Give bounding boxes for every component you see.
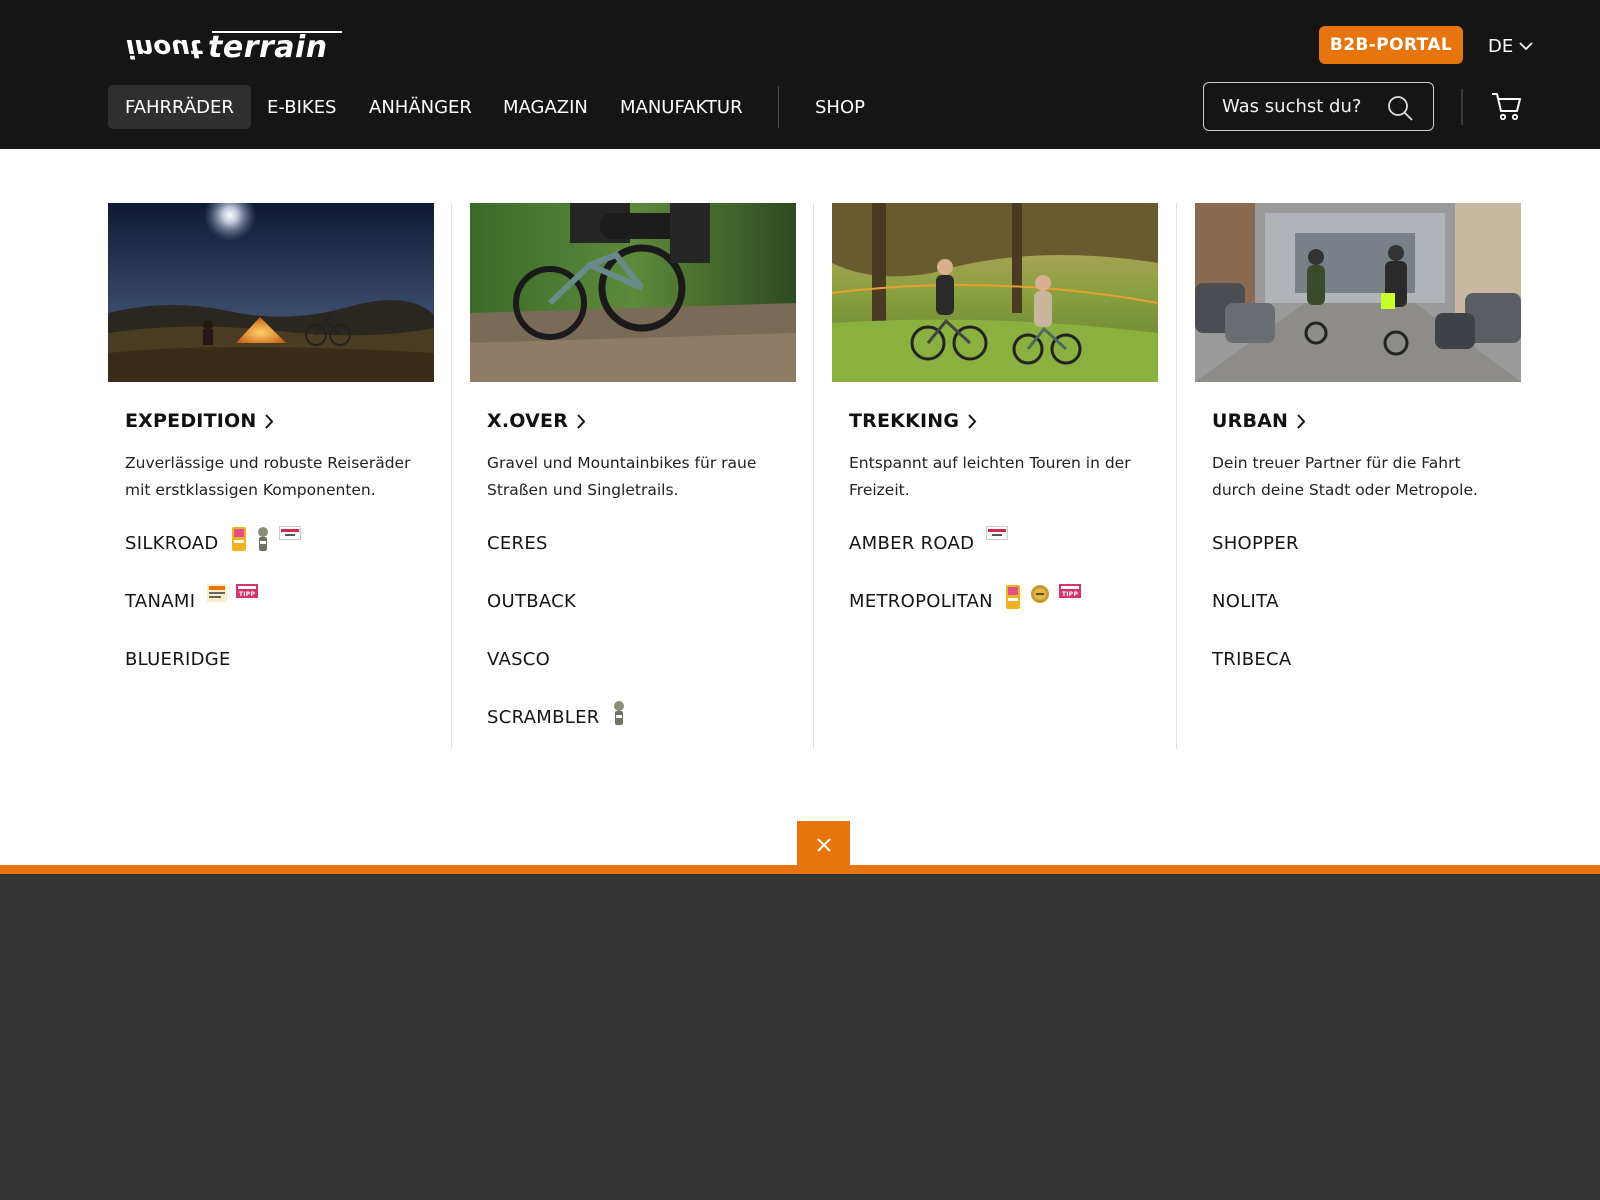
- chevron-right-icon: [1297, 413, 1306, 429]
- urban-image[interactable]: [1195, 203, 1521, 382]
- model-label: SILKROAD: [125, 533, 219, 554]
- model-link-outback[interactable]: OUTBACK: [487, 590, 796, 648]
- search-icon[interactable]: [1387, 95, 1413, 121]
- model-label: SHOPPER: [1212, 533, 1299, 554]
- site-header: inout terrain B2B-PORTAL DE FAHRRÄDER E-…: [0, 0, 1600, 149]
- trekking-image[interactable]: [832, 203, 1158, 382]
- nav-item-manufaktur[interactable]: MANUFAKTUR: [603, 85, 760, 129]
- model-label: CERES: [487, 533, 548, 554]
- award-trophy-icon: [257, 527, 268, 551]
- category-title-trekking[interactable]: TREKKING: [849, 410, 1158, 432]
- category-title-expedition[interactable]: EXPEDITION: [125, 410, 434, 432]
- page-background: [0, 874, 1600, 1200]
- close-menu-button[interactable]: [797, 821, 850, 869]
- model-label: NOLITA: [1212, 591, 1279, 612]
- search-box[interactable]: [1203, 82, 1434, 131]
- nav-item-e-bikes[interactable]: E-BIKES: [250, 85, 354, 129]
- language-label: DE: [1488, 35, 1514, 57]
- model-label: METROPOLITAN: [849, 591, 993, 612]
- mega-menu: EXPEDITION Zuverlässige und robuste Reis…: [0, 149, 1600, 865]
- award-badge-icon: [231, 527, 246, 551]
- language-selector[interactable]: DE: [1488, 33, 1533, 59]
- category-column-xover: X.OVER Gravel und Mountainbikes für raue…: [470, 203, 796, 764]
- model-link-metropolitan[interactable]: METROPOLITAN TIPP: [849, 584, 1158, 648]
- cart-divider: [1461, 89, 1463, 125]
- close-icon: [816, 838, 831, 852]
- svg-text:TIPP: TIPP: [239, 591, 256, 598]
- category-description: Dein treuer Partner für die Fahrt durch …: [1212, 454, 1478, 499]
- category-description: Gravel und Mountainbikes für raue Straße…: [487, 454, 757, 499]
- model-link-silkroad[interactable]: SILKROAD: [125, 526, 434, 590]
- award-trophy-icon: [613, 701, 624, 725]
- model-label: BLUERIDGE: [125, 649, 231, 670]
- tipp-seal-icon: TIPP: [1058, 584, 1081, 598]
- model-link-scrambler[interactable]: SCRAMBLER: [487, 701, 796, 764]
- expedition-image[interactable]: [108, 203, 434, 382]
- chevron-right-icon: [968, 413, 977, 429]
- svg-text:TIPP: TIPP: [1062, 591, 1079, 598]
- award-medal-icon: [1030, 585, 1049, 603]
- category-title-xover[interactable]: X.OVER: [487, 410, 796, 432]
- model-link-vasco[interactable]: VASCO: [487, 648, 796, 706]
- model-link-tribeca[interactable]: TRIBECA: [1212, 648, 1521, 706]
- chevron-right-icon: [265, 413, 274, 429]
- category-column-expedition: EXPEDITION Zuverlässige und robuste Reis…: [108, 203, 434, 706]
- nav-item-shop[interactable]: SHOP: [798, 85, 882, 129]
- model-label: OUTBACK: [487, 591, 577, 612]
- svg-text:inout: inout: [126, 33, 204, 63]
- search-input[interactable]: [1222, 96, 1372, 117]
- model-link-nolita[interactable]: NOLITA: [1212, 590, 1521, 648]
- nav-item-anhaenger[interactable]: ANHÄNGER: [352, 85, 489, 129]
- category-title-label: EXPEDITION: [125, 410, 257, 432]
- xover-image[interactable]: [470, 203, 796, 382]
- model-label: TRIBECA: [1212, 649, 1292, 670]
- model-link-amber-road[interactable]: AMBER ROAD: [849, 526, 1158, 590]
- model-link-blueridge[interactable]: BLUERIDGE: [125, 648, 434, 706]
- svg-text:terrain: terrain: [208, 30, 328, 64]
- chevron-down-icon: [1519, 41, 1533, 50]
- test-seal-icon: [207, 584, 228, 602]
- nav-item-fahrraeder[interactable]: FAHRRÄDER: [108, 85, 251, 129]
- column-divider: [451, 203, 452, 749]
- test-seal-icon: [986, 526, 1009, 540]
- tipp-seal-icon: TIPP: [236, 584, 259, 598]
- category-description: Zuverlässige und robuste Reiseräder mit …: [125, 454, 411, 499]
- chevron-right-icon: [577, 413, 586, 429]
- nav-divider: [778, 86, 779, 128]
- category-title-urban[interactable]: URBAN: [1212, 410, 1521, 432]
- column-divider: [1176, 203, 1177, 749]
- award-badge-icon: [1005, 585, 1020, 609]
- cart-icon[interactable]: [1491, 91, 1523, 121]
- category-title-label: TREKKING: [849, 410, 960, 432]
- category-description: Entspannt auf leichten Touren in der Fre…: [849, 454, 1131, 499]
- model-link-tanami[interactable]: TANAMI TIPP: [125, 584, 434, 648]
- category-column-urban: URBAN Dein treuer Partner für die Fahrt …: [1195, 203, 1521, 706]
- model-label: TANAMI: [125, 591, 196, 612]
- category-title-label: URBAN: [1212, 410, 1289, 432]
- brand-logo[interactable]: inout terrain: [126, 26, 344, 64]
- column-divider: [813, 203, 814, 749]
- model-link-ceres[interactable]: CERES: [487, 532, 796, 590]
- nav-item-magazin[interactable]: MAGAZIN: [486, 85, 605, 129]
- category-title-label: X.OVER: [487, 410, 569, 432]
- model-label: VASCO: [487, 649, 551, 670]
- test-seal-icon: [278, 526, 301, 540]
- b2b-portal-button[interactable]: B2B-PORTAL: [1319, 26, 1463, 64]
- model-label: SCRAMBLER: [487, 707, 600, 728]
- model-link-shopper[interactable]: SHOPPER: [1212, 532, 1521, 590]
- category-column-trekking: TREKKING Entspannt auf leichten Touren i…: [832, 203, 1158, 648]
- model-label: AMBER ROAD: [849, 533, 975, 554]
